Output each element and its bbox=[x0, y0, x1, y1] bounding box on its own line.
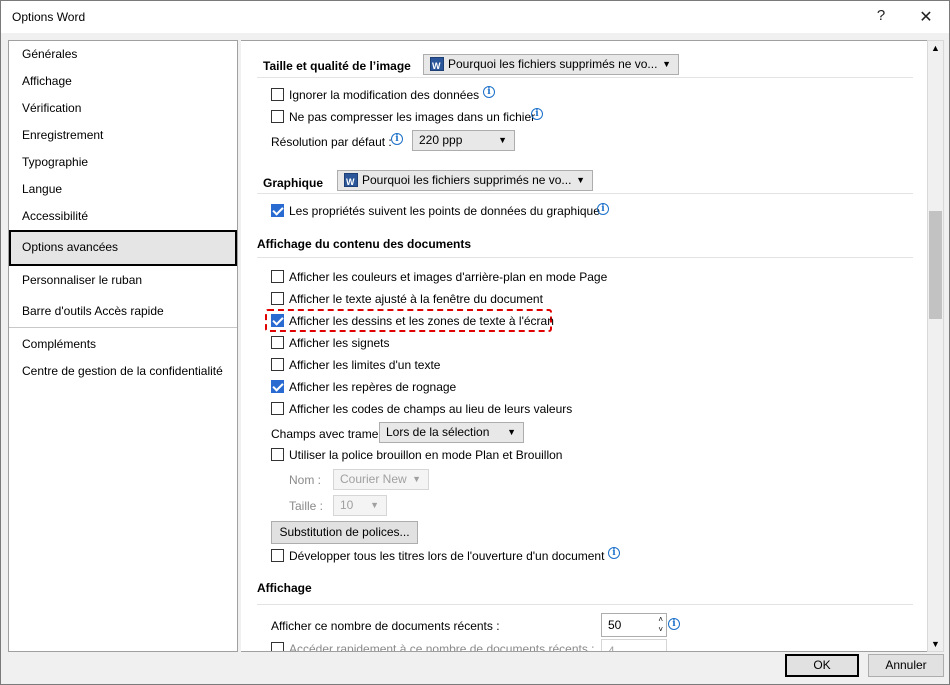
chevron-down-icon: ▼ bbox=[662, 59, 671, 69]
chevron-down-icon: ▼ bbox=[370, 500, 379, 510]
sidebar-item-accessibility[interactable]: Accessibilité bbox=[22, 209, 88, 223]
section-divider bbox=[257, 77, 913, 78]
show-background-checkbox[interactable] bbox=[271, 270, 284, 283]
sidebar-item-typography[interactable]: Typographie bbox=[22, 155, 88, 169]
font-name-select[interactable]: Courier New ▼ bbox=[333, 469, 429, 490]
ignore-data-changes-checkbox[interactable] bbox=[271, 88, 284, 101]
options-content-pane: Taille et qualité de l’image Pourquoi le… bbox=[241, 40, 927, 652]
close-icon[interactable]: ✕ bbox=[916, 7, 936, 27]
show-bookmarks-label: Afficher les signets bbox=[289, 336, 390, 350]
font-size-label: Taille : bbox=[289, 499, 324, 513]
resolution-select[interactable]: 220 ppp ▼ bbox=[412, 130, 515, 151]
quick-access-value: 4 bbox=[608, 644, 615, 652]
chart-properties-follow-checkbox[interactable] bbox=[271, 204, 284, 217]
section-divider bbox=[257, 193, 913, 194]
ignore-data-changes-label: Ignorer la modification des données bbox=[289, 88, 480, 102]
recent-docs-value: 50 bbox=[608, 618, 622, 632]
section-title-doc-content: Affichage du contenu des documents bbox=[257, 237, 472, 251]
recent-docs-spinner[interactable]: 50 ˄ ˅ bbox=[601, 613, 667, 637]
chevron-down-icon: ▼ bbox=[507, 427, 516, 437]
quick-access-checkbox[interactable] bbox=[271, 642, 284, 651]
chevron-down-icon: ▼ bbox=[498, 135, 507, 145]
font-name-select-value: Courier New bbox=[340, 472, 407, 486]
show-background-label: Afficher les couleurs et images d'arrièr… bbox=[289, 270, 608, 284]
info-icon[interactable]: i bbox=[391, 133, 403, 145]
section-title-image-quality: Taille et qualité de l’image bbox=[263, 59, 411, 73]
scroll-up-icon[interactable]: ▲ bbox=[931, 43, 940, 53]
show-bookmarks-checkbox[interactable] bbox=[271, 336, 284, 349]
show-field-codes-checkbox[interactable] bbox=[271, 402, 284, 415]
show-field-codes-label: Afficher les codes de champs au lieu de … bbox=[289, 402, 573, 416]
info-icon[interactable]: i bbox=[597, 203, 609, 215]
draft-font-label: Utiliser la police brouillon en mode Pla… bbox=[289, 448, 563, 462]
field-shading-select[interactable]: Lors de la sélection ▼ bbox=[379, 422, 524, 443]
sidebar-divider bbox=[9, 327, 237, 328]
sidebar-item-addins[interactable]: Compléments bbox=[22, 337, 96, 351]
category-sidebar: Générales Affichage Vérification Enregis… bbox=[8, 40, 238, 652]
scrollbar-thumb[interactable] bbox=[929, 211, 942, 319]
cancel-button[interactable]: Annuler bbox=[868, 654, 944, 677]
font-name-label: Nom : bbox=[289, 473, 322, 487]
recent-docs-label: Afficher ce nombre de documents récents … bbox=[271, 619, 500, 633]
font-size-select-value: 10 bbox=[340, 498, 354, 512]
sidebar-item-save[interactable]: Enregistrement bbox=[22, 128, 103, 142]
sidebar-item-proofing[interactable]: Vérification bbox=[22, 101, 81, 115]
info-icon[interactable]: i bbox=[608, 547, 620, 559]
help-icon[interactable]: ? bbox=[871, 7, 891, 24]
section-divider bbox=[257, 604, 913, 605]
field-shading-select-value: Lors de la sélection bbox=[386, 425, 490, 439]
expand-headings-checkbox[interactable] bbox=[271, 549, 284, 562]
no-compress-images-label: Ne pas compresser les images dans un fic… bbox=[289, 110, 536, 124]
font-substitution-button[interactable]: Substitution de polices... bbox=[271, 521, 418, 544]
resolution-label: Résolution par défaut : bbox=[271, 135, 392, 149]
show-text-boundaries-checkbox[interactable] bbox=[271, 358, 284, 371]
title-bar: Options Word ? ✕ bbox=[1, 1, 949, 33]
resolution-select-value: 220 ppp bbox=[419, 133, 463, 147]
info-icon[interactable]: i bbox=[531, 108, 543, 120]
section-title-display: Affichage bbox=[257, 581, 312, 595]
section-divider bbox=[257, 257, 913, 258]
info-icon[interactable]: i bbox=[668, 618, 680, 630]
show-crop-marks-label: Afficher les repères de rognage bbox=[289, 380, 457, 394]
image-document-select-value: Pourquoi les fichiers supprimés ne vo... bbox=[448, 57, 658, 71]
show-drawings-textboxes-label: Afficher les dessins et les zones de tex… bbox=[289, 314, 554, 328]
info-icon[interactable]: i bbox=[483, 86, 495, 98]
sidebar-item-trust-center[interactable]: Centre de gestion de la confidentialité bbox=[22, 364, 223, 378]
field-shading-label: Champs avec trame : bbox=[271, 427, 386, 441]
vertical-scrollbar[interactable]: ▲ ▼ bbox=[927, 40, 944, 652]
window-title: Options Word bbox=[12, 10, 86, 24]
wrap-text-window-checkbox[interactable] bbox=[271, 292, 284, 305]
quick-access-label: Accéder rapidement à ce nombre de docume… bbox=[289, 642, 595, 652]
chart-properties-follow-label: Les propriétés suivent les points de don… bbox=[289, 204, 600, 218]
sidebar-item-language[interactable]: Langue bbox=[22, 182, 62, 196]
expand-headings-label: Développer tous les titres lors de l'ouv… bbox=[289, 549, 605, 563]
show-crop-marks-checkbox[interactable] bbox=[271, 380, 284, 393]
chevron-down-icon: ▼ bbox=[412, 474, 421, 484]
sidebar-item-customize-ribbon[interactable]: Personnaliser le ruban bbox=[22, 273, 142, 287]
draft-font-checkbox[interactable] bbox=[271, 448, 284, 461]
sidebar-item-display[interactable]: Affichage bbox=[22, 74, 72, 88]
sidebar-item-quick-access-toolbar[interactable]: Barre d'outils Accès rapide bbox=[22, 304, 164, 318]
scroll-down-icon[interactable]: ▼ bbox=[931, 639, 940, 649]
chart-document-select-value: Pourquoi les fichiers supprimés ne vo... bbox=[362, 173, 572, 187]
chart-document-select[interactable]: Pourquoi les fichiers supprimés ne vo...… bbox=[337, 170, 593, 191]
section-title-chart: Graphique bbox=[263, 176, 324, 190]
options-dialog: Options Word ? ✕ Générales Affichage Vér… bbox=[0, 0, 950, 685]
show-drawings-textboxes-checkbox[interactable] bbox=[271, 314, 284, 327]
sidebar-item-advanced[interactable]: Options avancées bbox=[22, 240, 118, 254]
image-document-select[interactable]: Pourquoi les fichiers supprimés ne vo...… bbox=[423, 54, 679, 75]
chevron-down-icon: ▼ bbox=[576, 175, 585, 185]
show-text-boundaries-label: Afficher les limites d'un texte bbox=[289, 358, 441, 372]
ok-button[interactable]: OK bbox=[785, 654, 859, 677]
wrap-text-window-label: Afficher le texte ajusté à la fenêtre du… bbox=[289, 292, 543, 306]
quick-access-spinner[interactable]: 4 bbox=[601, 639, 667, 652]
font-size-select[interactable]: 10 ▼ bbox=[333, 495, 387, 516]
sidebar-item-general[interactable]: Générales bbox=[22, 47, 77, 61]
no-compress-images-checkbox[interactable] bbox=[271, 110, 284, 123]
word-document-icon bbox=[344, 173, 358, 190]
spinner-arrows-icon[interactable]: ˄ ˅ bbox=[658, 615, 663, 635]
word-document-icon bbox=[430, 57, 444, 74]
